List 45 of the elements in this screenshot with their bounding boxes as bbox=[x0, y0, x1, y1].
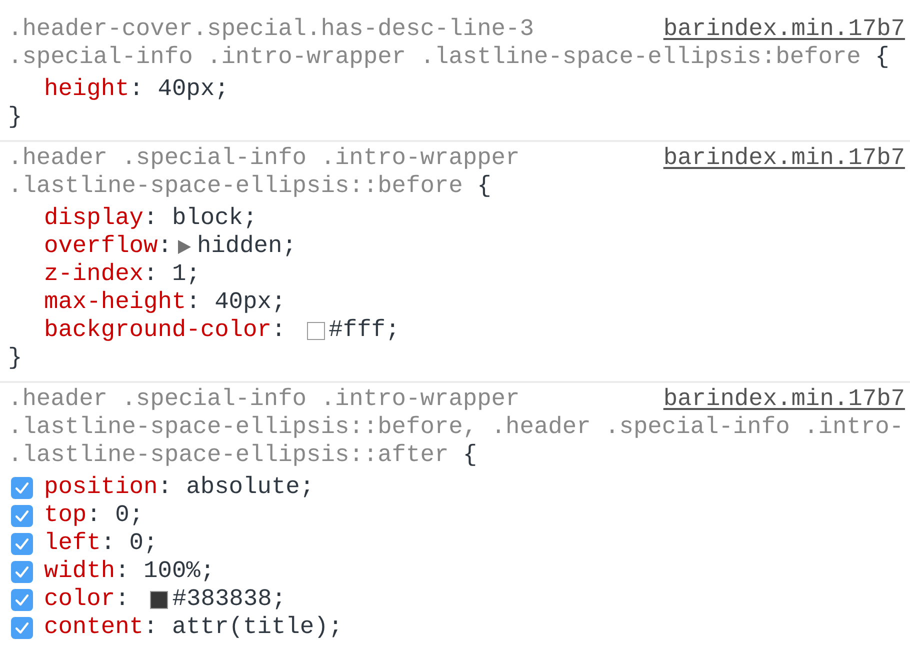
checkbox[interactable] bbox=[11, 477, 33, 499]
checkbox[interactable] bbox=[11, 561, 33, 583]
source-link[interactable]: barindex.min.17b7 bbox=[663, 16, 905, 44]
checkbox[interactable] bbox=[11, 617, 33, 639]
property-name: overflow: bbox=[44, 233, 172, 261]
source-link[interactable]: barindex.min.17b7 bbox=[663, 386, 905, 414]
property-name: max-height: bbox=[44, 289, 200, 317]
property-name: top: bbox=[44, 502, 101, 530]
property-value: 100%; bbox=[144, 558, 215, 586]
property-value: 40px; bbox=[214, 289, 286, 317]
checkbox[interactable] bbox=[11, 589, 33, 611]
css-selector: .header-cover.special.has-desc-line-3 bbox=[8, 16, 534, 44]
closing-brace: } bbox=[8, 345, 22, 372]
color-swatch-icon[interactable] bbox=[306, 322, 325, 340]
property-value: absolute; bbox=[186, 474, 314, 502]
css-selector: .header .special-info .intro-wrapper bbox=[8, 145, 520, 173]
css-selector: .lastline-space-ellipsis::before { bbox=[8, 173, 492, 201]
property-value: attr(title); bbox=[172, 614, 343, 642]
expand-triangle-icon[interactable] bbox=[178, 240, 191, 254]
property-name: width: bbox=[44, 558, 130, 586]
property-name: color: bbox=[44, 586, 130, 614]
property-name: content: bbox=[44, 614, 158, 642]
property-name: height: bbox=[44, 76, 144, 104]
property-name: display: bbox=[44, 205, 158, 233]
css-selector: .special-info .intro-wrapper .lastline-space-ellipsis:before { bbox=[8, 44, 890, 72]
checkbox[interactable] bbox=[11, 505, 33, 527]
property-value: hidden; bbox=[196, 233, 296, 261]
property-name: position: bbox=[44, 474, 172, 502]
property-value: 40px; bbox=[158, 76, 229, 104]
property-value: 0; bbox=[129, 530, 158, 558]
property-name: background-color: bbox=[44, 317, 286, 345]
checkbox[interactable] bbox=[11, 533, 33, 555]
css-selector: .lastline-space-ellipsis::before, .header .special-info .intro- bbox=[8, 414, 904, 442]
property-name: left: bbox=[44, 530, 116, 558]
css-selector: .lastline-space-ellipsis::after { bbox=[8, 442, 478, 470]
property-name: z-index: bbox=[44, 261, 158, 289]
property-value: 0; bbox=[115, 502, 144, 530]
property-value: #fff; bbox=[328, 317, 400, 345]
color-swatch-icon[interactable] bbox=[150, 591, 168, 609]
property-value: #383838; bbox=[172, 586, 286, 614]
source-link[interactable]: barindex.min.17b7 bbox=[663, 145, 905, 173]
css-selector: .header .special-info .intro-wrapper bbox=[8, 386, 520, 414]
property-value: block; bbox=[172, 205, 258, 233]
property-value: 1; bbox=[172, 261, 200, 289]
closing-brace: } bbox=[8, 104, 22, 131]
